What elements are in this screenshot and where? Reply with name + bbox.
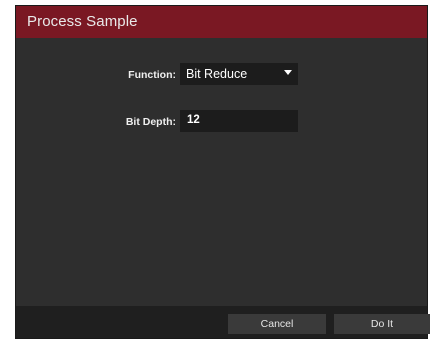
dialog-title: Process Sample (27, 13, 138, 30)
bit-depth-label: Bit Depth: (125, 116, 176, 128)
function-select[interactable]: Bit Reduce (180, 63, 298, 85)
chevron-down-icon (284, 70, 292, 75)
function-select-value: Bit Reduce (186, 67, 248, 81)
bit-depth-field[interactable]: 12 (180, 110, 298, 132)
function-label: Function: (128, 69, 176, 81)
dialog-titlebar: Process Sample (16, 6, 427, 38)
bit-depth-value: 12 (187, 114, 200, 126)
do-it-button[interactable]: Do It (334, 314, 430, 334)
cancel-button[interactable]: Cancel (228, 314, 326, 334)
dialog-footer: Cancel Do It (16, 306, 430, 338)
process-sample-dialog: Process Sample Function: Bit Reduce Bit … (16, 6, 430, 338)
